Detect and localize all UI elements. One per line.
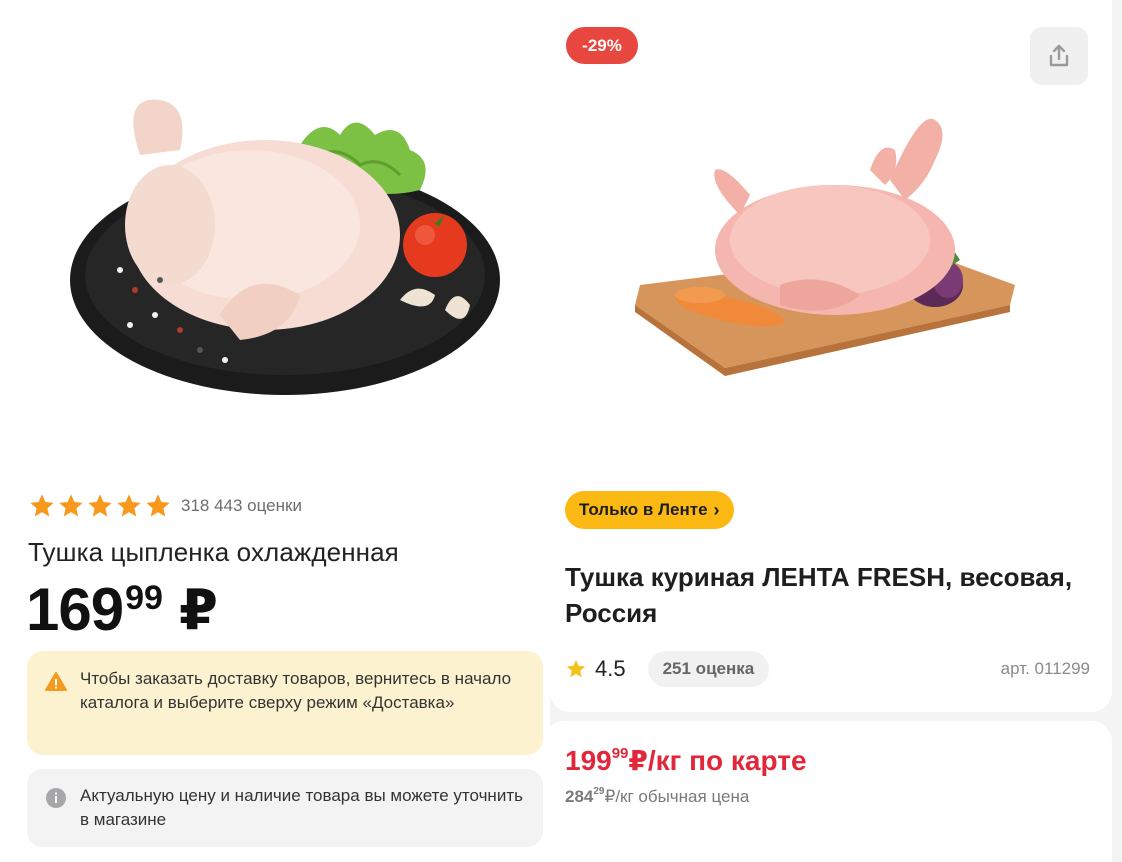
star-icon: [566, 659, 586, 678]
chevron-right-icon: ›: [713, 499, 720, 520]
right-rating-row: 4.5 251 оценка арт. 011299: [565, 650, 1090, 688]
left-rating-count[interactable]: 318 443 оценки: [181, 496, 302, 516]
left-rating-row[interactable]: 318 443 оценки: [28, 492, 302, 520]
star-icon: [30, 494, 54, 517]
right-rating-score: 4.5: [595, 656, 626, 681]
warning-icon: [45, 672, 67, 691]
share-icon: [1049, 44, 1069, 67]
star-icon: [146, 494, 170, 517]
chicken-on-slate-image[interactable]: [60, 85, 510, 415]
left-product-title: Тушка цыпленка охлажденная: [28, 537, 399, 567]
discount-badge: -29%: [566, 27, 638, 64]
card-price-rubles: 199: [565, 745, 612, 776]
only-in-lenta-label: Только в Ленте: [579, 500, 708, 519]
right-product-title: Тушка куриная ЛЕНТА FRESH, весовая, Росс…: [565, 562, 1073, 628]
chicken-on-board-image[interactable]: [630, 100, 1030, 380]
left-price-kopecks: 99: [125, 579, 163, 617]
left-product-card: 318 443 оценки Тушка цыпленка охлажденна…: [0, 0, 550, 862]
left-price-rubles: 169: [26, 576, 124, 643]
star-icon: [117, 494, 141, 517]
only-in-lenta-badge[interactable]: Только в Ленте ›: [565, 491, 734, 529]
regular-price-suffix: ₽/кг обычная цена: [604, 787, 750, 806]
reviews-count-button[interactable]: 251 оценка: [647, 651, 770, 687]
left-product-price: 169 99 ₽: [26, 574, 218, 646]
card-price: 199 99 ₽/кг по карте: [565, 744, 807, 778]
star-icon: [59, 494, 83, 517]
delivery-notice-text: Чтобы заказать доставку товаров, верните…: [80, 669, 512, 712]
left-price-currency: ₽: [178, 578, 218, 641]
card-price-suffix: ₽/кг по карте: [628, 745, 807, 776]
info-icon: [46, 788, 66, 808]
store-notice: Актуальную цену и наличие товара вы може…: [27, 769, 543, 847]
regular-price-kopecks: 29: [593, 786, 605, 797]
delivery-notice: Чтобы заказать доставку товаров, верните…: [27, 651, 543, 755]
store-notice-text: Актуальную цену и наличие товара вы може…: [80, 786, 523, 829]
star-icon: [88, 494, 112, 517]
regular-price: 284 29 ₽/кг обычная цена: [565, 786, 749, 808]
card-price-kopecks: 99: [611, 745, 629, 762]
share-button[interactable]: [1030, 27, 1088, 85]
article-number: арт. 011299: [1000, 659, 1090, 678]
rating-stars: [28, 492, 172, 520]
right-edge-strip: [1112, 0, 1122, 862]
regular-price-rubles: 284: [565, 787, 594, 806]
